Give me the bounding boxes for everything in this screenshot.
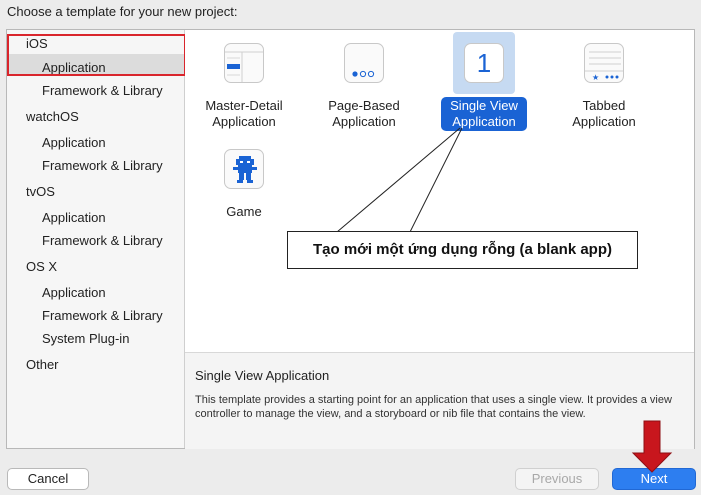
game-icon: [224, 149, 264, 189]
sidebar-item-ios-application[interactable]: Application: [42, 57, 106, 79]
game-label: Game: [226, 204, 262, 219]
tabbed-label-line1: Tabbed: [582, 98, 626, 113]
previous-button[interactable]: Previous: [515, 468, 599, 490]
sidebar-item-watchos-application[interactable]: Application: [42, 132, 106, 154]
single-view-badge: 1: [476, 48, 492, 78]
sidebar-item-osx-framework-library[interactable]: Framework & Library: [42, 305, 163, 327]
single-view-label-line1: Single View: [450, 98, 518, 113]
template-grid: Master-Detail Application Page-Based App…: [185, 30, 694, 352]
tabbed-icon: ★: [584, 43, 624, 83]
single-view-label-line2: Application: [452, 114, 516, 129]
master-detail-icon: [224, 43, 264, 83]
description-title: Single View Application: [195, 368, 330, 383]
single-view-icon: 1: [464, 43, 504, 83]
template-description-pane: Single View Application This template pr…: [185, 352, 694, 449]
next-button[interactable]: Next: [612, 468, 696, 490]
master-detail-label-line1: Master-Detail: [205, 98, 283, 113]
platform-sidebar: iOS Application Framework & Library watc…: [7, 30, 186, 448]
sidebar-category-osx[interactable]: OS X: [26, 256, 57, 278]
sidebar-item-tvos-framework-library[interactable]: Framework & Library: [42, 230, 163, 252]
sidebar-item-osx-application[interactable]: Application: [42, 282, 106, 304]
tabbed-label-line2: Application: [572, 114, 636, 129]
page-based-icon: [344, 43, 384, 83]
sidebar-category-tvos[interactable]: tvOS: [26, 181, 55, 203]
sidebar-item-osx-system-plugin[interactable]: System Plug-in: [42, 328, 129, 350]
master-detail-label-line2: Application: [212, 114, 276, 129]
sidebar-category-watchos[interactable]: watchOS: [26, 106, 79, 128]
single-view-label: Single View Application: [441, 97, 527, 131]
cancel-button[interactable]: Cancel: [7, 468, 89, 490]
sidebar-item-tvos-application[interactable]: Application: [42, 207, 106, 229]
sidebar-item-watchos-framework-library[interactable]: Framework & Library: [42, 155, 163, 177]
dialog-heading: Choose a template for your new project:: [7, 4, 238, 19]
sidebar-item-ios-framework-library[interactable]: Framework & Library: [42, 80, 163, 102]
svg-text:★: ★: [592, 73, 599, 82]
page-based-label-line1: Page-Based: [328, 98, 400, 113]
description-text: This template provides a starting point …: [195, 394, 672, 420]
page-based-label-line2: Application: [332, 114, 396, 129]
sidebar-category-ios[interactable]: iOS: [26, 33, 48, 55]
annotation-callout: Tạo mới một ứng dụng rỗng (a blank app): [287, 231, 638, 269]
sidebar-category-other[interactable]: Other: [26, 354, 59, 376]
